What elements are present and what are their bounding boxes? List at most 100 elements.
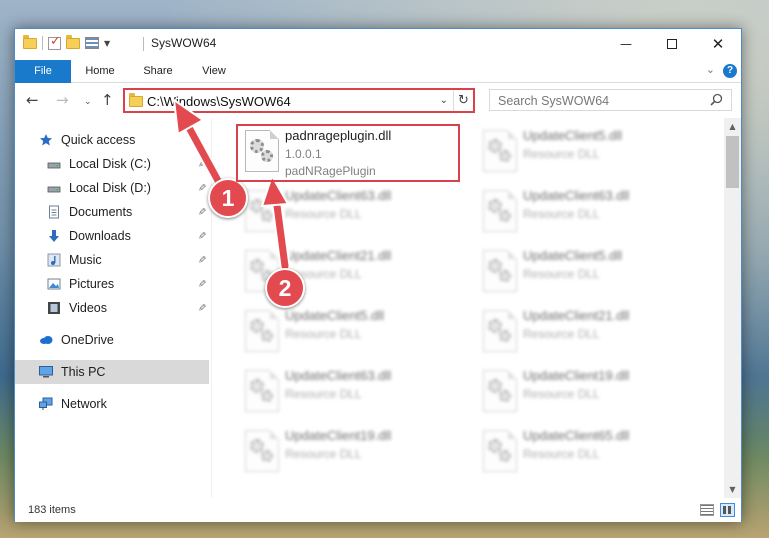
computer-icon (39, 365, 53, 379)
nav-item-onedrive[interactable]: OneDrive (15, 328, 209, 352)
scroll-down-icon[interactable]: ▼ (724, 481, 741, 498)
music-icon (47, 253, 61, 267)
file-tile[interactable]: UpdateClient5.dll Resource DLL (475, 124, 697, 180)
title-bar: ▼ SysWOW64 — ✕ (15, 29, 741, 59)
window-title: SysWOW64 (151, 36, 217, 50)
tab-home[interactable]: Home (77, 60, 123, 83)
file-tile[interactable]: UpdateClient63.dll Resource DLL (475, 184, 697, 240)
nav-item-label: Local Disk (D:) (69, 181, 151, 195)
folder-icon (23, 34, 37, 49)
file-name: UpdateClient19.dll (523, 368, 630, 383)
pin-icon[interactable]: ✎ (195, 279, 206, 287)
nav-item-label: Videos (69, 301, 107, 315)
nav-item-music[interactable]: Music ✎ (15, 248, 209, 272)
address-bar[interactable]: C:\Windows\SysWOW64 ⌄ ↻ (123, 88, 475, 113)
recent-locations-chevron-icon[interactable]: ⌄ (84, 94, 92, 110)
title-separator (143, 37, 144, 51)
maximize-icon (667, 38, 677, 49)
properties-check-icon[interactable] (48, 34, 61, 50)
pin-icon[interactable]: ✎ (195, 231, 206, 239)
documents-icon (47, 205, 61, 219)
expand-ribbon-chevron-icon[interactable]: ⌄ (706, 63, 715, 76)
nav-item-label: Music (69, 253, 102, 267)
file-description: Resource DLL (523, 327, 600, 341)
folder-icon (129, 93, 143, 107)
ribbon-tabs: File Home Share View ⌄ ? (15, 60, 741, 83)
close-button[interactable]: ✕ (695, 29, 741, 58)
tab-share[interactable]: Share (135, 60, 181, 83)
properties-icon[interactable] (85, 37, 99, 49)
scrollbar-thumb[interactable] (726, 136, 739, 188)
file-name: UpdateClient21.dll (285, 248, 392, 263)
new-folder-icon[interactable] (66, 34, 80, 49)
nav-item-local-disk-c[interactable]: Local Disk (C:) ✎ (15, 152, 209, 176)
tab-file[interactable]: File (15, 60, 71, 83)
drive-icon (47, 181, 61, 195)
tab-view[interactable]: View (191, 60, 237, 83)
nav-item-label: This PC (61, 365, 106, 379)
address-dropdown-icon[interactable]: ⌄ (440, 95, 448, 106)
videos-icon (47, 301, 61, 315)
pin-icon[interactable]: ✎ (195, 159, 206, 167)
file-tile[interactable]: UpdateClient5.dll Resource DLL (475, 244, 697, 300)
pin-icon[interactable]: ✎ (195, 207, 206, 215)
file-name: UpdateClient5.dll (523, 128, 623, 143)
dll-file-icon (245, 430, 279, 472)
quick-access-toolbar: ▼ (23, 34, 110, 50)
dll-file-icon (483, 130, 517, 172)
minimize-button[interactable]: — (603, 29, 649, 58)
drive-icon (47, 157, 61, 171)
pictures-icon (47, 277, 61, 291)
nav-item-local-disk-d[interactable]: Local Disk (D:) ✎ (15, 176, 209, 200)
dll-file-icon (245, 370, 279, 412)
network-icon (39, 397, 53, 411)
file-tile[interactable]: UpdateClient63.dll Resource DLL (237, 184, 459, 240)
file-name: UpdateClient65.dll (523, 428, 630, 443)
scroll-up-icon[interactable]: ▲ (724, 118, 741, 135)
cloud-icon (39, 333, 53, 347)
nav-item-pictures[interactable]: Pictures ✎ (15, 272, 209, 296)
nav-item-network[interactable]: Network (15, 392, 209, 416)
pin-icon[interactable]: ✎ (195, 303, 206, 311)
file-highlight-box (236, 124, 460, 182)
pin-icon[interactable]: ✎ (195, 183, 206, 191)
pin-icon[interactable]: ✎ (195, 255, 206, 263)
file-name: UpdateClient63.dll (523, 188, 630, 203)
back-button[interactable]: ← (26, 92, 39, 108)
file-name: UpdateClient21.dll (523, 308, 630, 323)
maximize-button[interactable] (649, 29, 695, 58)
file-tile[interactable]: UpdateClient19.dll Resource DLL (237, 424, 459, 480)
downloads-icon (47, 229, 61, 243)
file-name: UpdateClient5.dll (285, 308, 385, 323)
tiles-view-icon[interactable] (720, 503, 735, 517)
file-tile[interactable]: UpdateClient63.dll Resource DLL (237, 364, 459, 420)
customize-toolbar-dropdown-icon[interactable]: ▼ (104, 39, 110, 48)
nav-item-this-pc[interactable]: This PC (15, 360, 209, 384)
nav-item-videos[interactable]: Videos ✎ (15, 296, 209, 320)
details-view-icon[interactable] (700, 504, 714, 516)
nav-item-downloads[interactable]: Downloads ✎ (15, 224, 209, 248)
nav-item-quick-access[interactable]: Quick access (15, 128, 209, 152)
vertical-scrollbar[interactable]: ▲ ▼ (724, 118, 741, 498)
refresh-button[interactable]: ↻ (453, 90, 473, 111)
file-description: Resource DLL (285, 327, 362, 341)
file-tile[interactable]: UpdateClient5.dll Resource DLL (237, 304, 459, 360)
search-placeholder: Search SysWOW64 (498, 94, 610, 108)
forward-button[interactable]: → (56, 92, 69, 108)
address-path[interactable]: C:\Windows\SysWOW64 (147, 94, 291, 109)
file-tile[interactable]: UpdateClient21.dll Resource DLL (475, 304, 697, 360)
file-description: Resource DLL (285, 207, 362, 221)
dll-file-icon (483, 310, 517, 352)
help-button[interactable]: ? (723, 64, 737, 78)
dll-file-icon (483, 430, 517, 472)
file-name: UpdateClient5.dll (523, 248, 623, 263)
file-name: UpdateClient63.dll (285, 368, 392, 383)
step-2-badge: 2 (265, 268, 305, 308)
file-tile[interactable]: UpdateClient19.dll Resource DLL (475, 364, 697, 420)
file-tile[interactable]: UpdateClient65.dll Resource DLL (475, 424, 697, 480)
file-description: Resource DLL (523, 267, 600, 281)
up-button[interactable]: ↑ (101, 92, 114, 108)
nav-item-documents[interactable]: Documents ✎ (15, 200, 209, 224)
search-input[interactable]: Search SysWOW64 (489, 89, 732, 111)
nav-item-label: Documents (69, 205, 133, 219)
